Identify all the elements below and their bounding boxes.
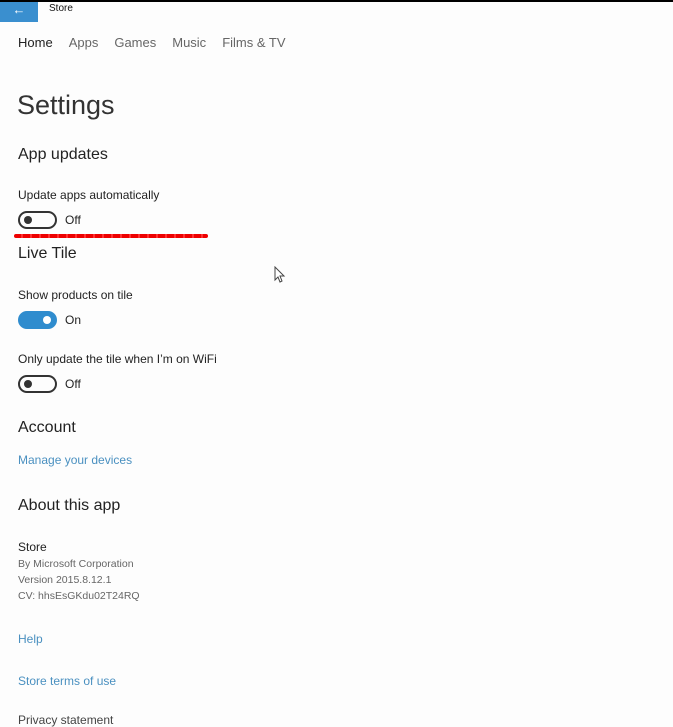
nav-home[interactable]: Home — [18, 35, 53, 50]
show-products-label: Show products on tile — [18, 288, 133, 302]
about-version: Version 2015.8.12.1 — [18, 574, 112, 586]
about-cv: CV: hhsEsGKdu02T24RQ — [18, 590, 140, 602]
top-nav: Home Apps Games Music Films & TV — [18, 35, 302, 50]
wifi-only-toggle[interactable] — [18, 375, 57, 393]
toggle-knob — [24, 216, 32, 224]
account-heading: Account — [18, 419, 76, 436]
show-products-state: On — [65, 313, 82, 327]
update-apps-label: Update apps automatically — [18, 188, 160, 202]
page-title: Settings — [17, 90, 115, 120]
wifi-only-state: Off — [65, 377, 81, 391]
app-updates-heading: App updates — [18, 146, 108, 163]
nav-apps[interactable]: Apps — [69, 35, 99, 50]
about-heading: About this app — [18, 497, 121, 514]
nav-music[interactable]: Music — [172, 35, 206, 50]
manage-devices-link[interactable]: Manage your devices — [18, 453, 132, 467]
arrow-left-icon: ← — [12, 2, 26, 17]
red-annotation-underline — [14, 234, 208, 238]
nav-films-tv[interactable]: Films & TV — [222, 35, 285, 50]
about-publisher: By Microsoft Corporation — [18, 558, 134, 570]
toggle-knob — [43, 316, 51, 324]
show-products-toggle[interactable] — [18, 311, 57, 329]
about-app-name: Store — [18, 540, 47, 554]
title-bar: ← Store — [0, 2, 673, 22]
help-link[interactable]: Help — [18, 632, 43, 646]
mouse-cursor-icon — [274, 266, 286, 283]
nav-games[interactable]: Games — [114, 35, 156, 50]
update-apps-toggle[interactable] — [18, 211, 57, 229]
wifi-only-label: Only update the tile when I’m on WiFi — [18, 352, 217, 366]
live-tile-heading: Live Tile — [18, 245, 77, 262]
app-title: Store — [49, 3, 73, 14]
store-terms-link[interactable]: Store terms of use — [18, 674, 116, 688]
toggle-knob — [24, 380, 32, 388]
privacy-statement-link[interactable]: Privacy statement — [18, 713, 113, 727]
update-apps-state: Off — [65, 213, 81, 227]
back-button[interactable]: ← — [0, 2, 38, 22]
